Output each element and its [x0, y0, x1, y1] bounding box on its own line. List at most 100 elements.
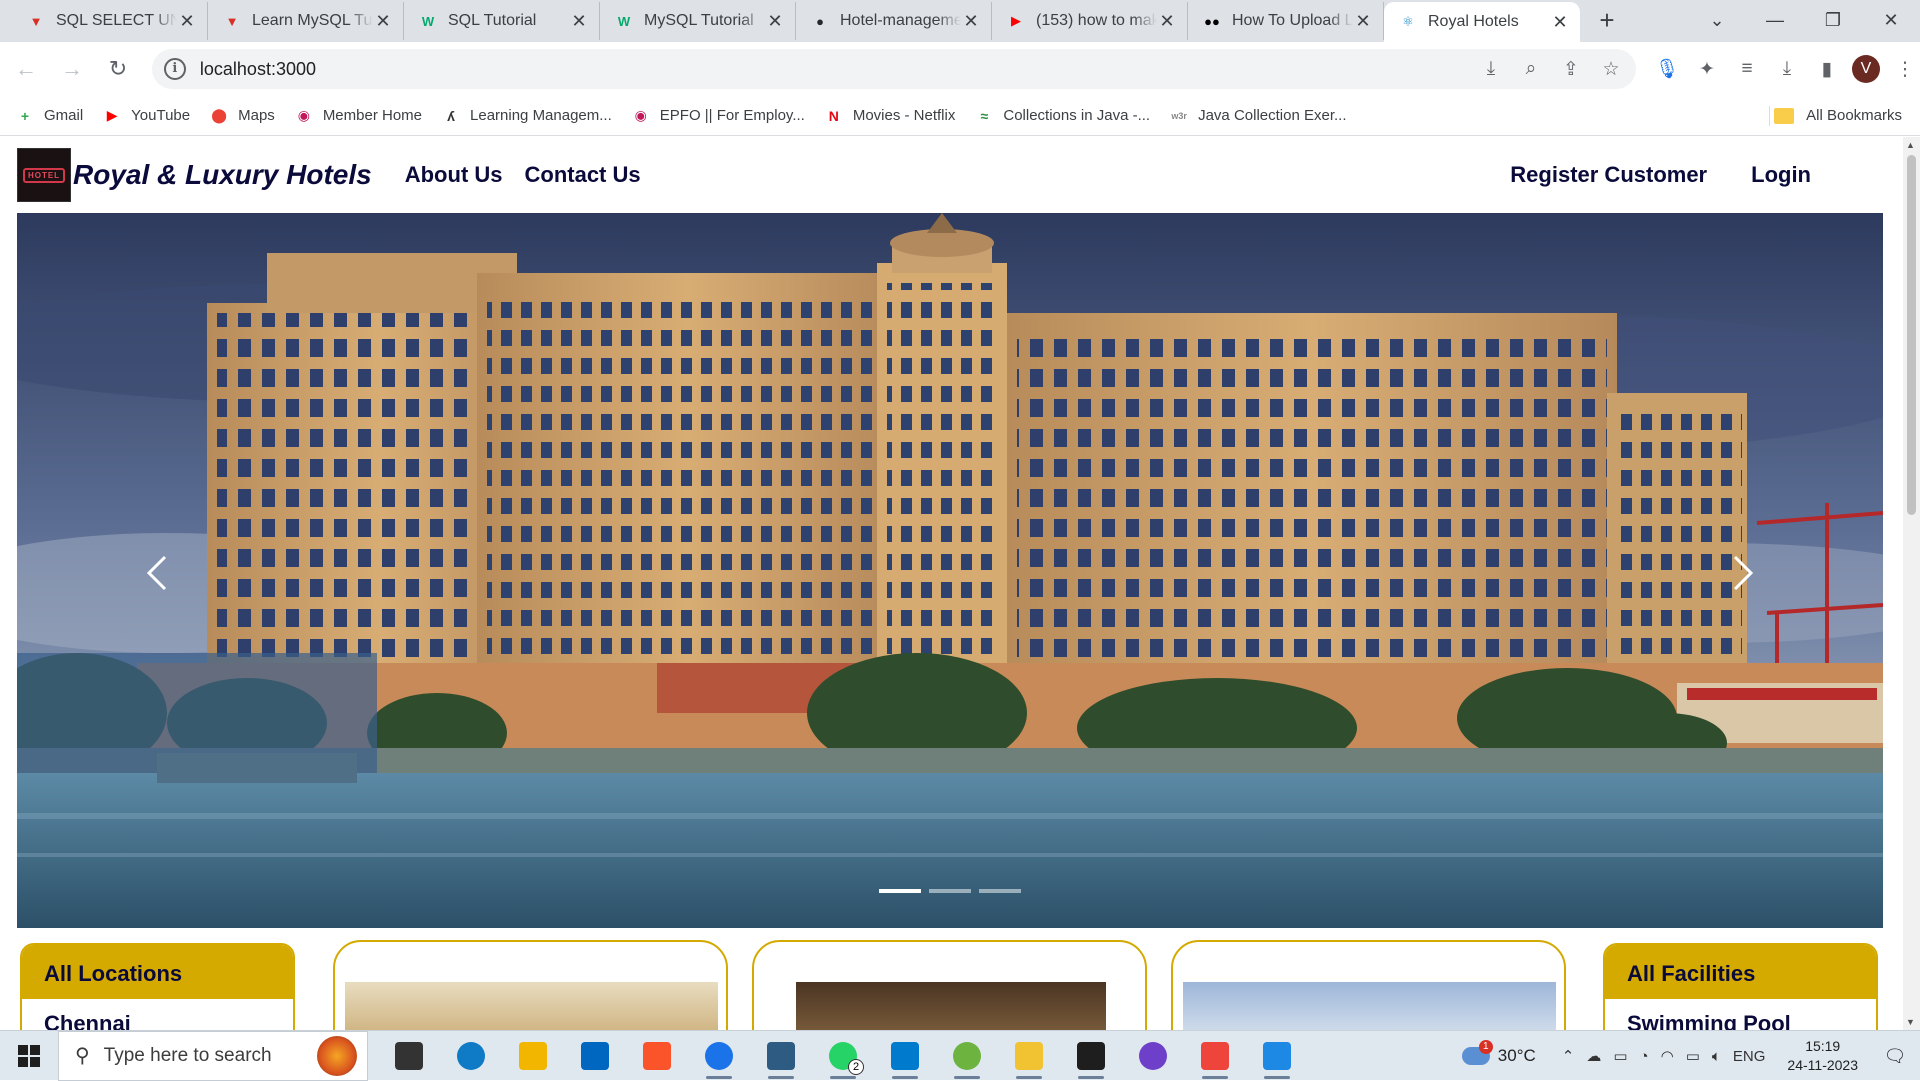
forward-button[interactable]: →	[52, 49, 92, 89]
taskbar-app-whatsapp[interactable]: 2	[812, 1031, 874, 1081]
extensions-icon[interactable]: ✦	[1692, 54, 1722, 84]
nav-contact-us[interactable]: Contact Us	[525, 162, 641, 188]
scroll-down-arrow-icon[interactable]: ▼	[1906, 1017, 1915, 1027]
bookmark-item[interactable]: ʎ Learning Managem...	[442, 107, 612, 125]
carousel-indicator-1[interactable]	[879, 889, 921, 893]
close-tab-icon[interactable]: ✕	[1550, 12, 1570, 32]
hotel-card[interactable]	[752, 940, 1147, 1030]
network-icon[interactable]: ◔	[1640, 1048, 1649, 1065]
clock[interactable]: 15:19 24-11-2023	[1787, 1037, 1858, 1075]
close-tab-icon[interactable]: ✕	[1353, 11, 1373, 31]
taskbar-app-file-explorer[interactable]	[502, 1031, 564, 1081]
scrollbar-thumb[interactable]	[1907, 155, 1916, 515]
taskbar-app-edge[interactable]	[440, 1031, 502, 1081]
taskbar-app-github-desktop[interactable]	[1122, 1031, 1184, 1081]
bookmark-item[interactable]: ⬤ Maps	[210, 107, 275, 125]
browser-tab[interactable]: ▼ SQL SELECT UNION✕	[12, 2, 208, 40]
wifi-icon[interactable]: ◠	[1661, 1047, 1674, 1065]
facility-item[interactable]: Swimming Pool	[1605, 999, 1876, 1030]
carousel-next-button[interactable]	[1723, 543, 1763, 603]
side-panel-icon[interactable]: ▮	[1812, 54, 1842, 84]
start-button[interactable]	[0, 1031, 58, 1081]
bookmark-item[interactable]: ▶ YouTube	[103, 107, 190, 125]
browser-tab[interactable]: W MySQL Tutorial ✕	[600, 2, 796, 40]
taskbar-app-chrome[interactable]	[688, 1031, 750, 1081]
onedrive-icon[interactable]: ☁	[1586, 1047, 1601, 1065]
restore-button[interactable]: ❐	[1804, 0, 1862, 40]
bookmark-item[interactable]: w3r Java Collection Exer...	[1170, 107, 1346, 125]
language-indicator[interactable]: ENG	[1733, 1048, 1766, 1065]
menu-kebab-icon[interactable]: ⋮	[1890, 54, 1920, 84]
install-app-icon[interactable]: ⤓	[1478, 56, 1504, 82]
site-info-icon[interactable]: i	[163, 58, 186, 80]
close-tab-icon[interactable]: ✕	[961, 11, 981, 31]
taskbar-app-mysql-workbench[interactable]	[750, 1031, 812, 1081]
location-item[interactable]: Chennai	[22, 999, 293, 1030]
close-tab-icon[interactable]: ✕	[177, 11, 197, 31]
weather-widget[interactable]: 1 30°C	[1461, 1040, 1536, 1066]
battery-icon[interactable]: ▭	[1686, 1047, 1700, 1065]
profile-avatar[interactable]: V	[1851, 55, 1880, 83]
taskbar-app-spring-tool[interactable]	[936, 1031, 998, 1081]
bookmark-star-icon[interactable]: ☆	[1598, 56, 1624, 82]
browser-tab[interactable]: ▼ Learn MySQL Tutorial✕	[208, 2, 404, 40]
close-tab-icon[interactable]: ✕	[765, 11, 785, 31]
carousel-prev-button[interactable]	[137, 543, 177, 603]
bookmark-item[interactable]: + Gmail	[16, 107, 83, 125]
close-window-button[interactable]: ✕	[1862, 0, 1920, 40]
taskbar-app-gitkraken[interactable]	[998, 1031, 1060, 1081]
taskbar-app-photos[interactable]	[1246, 1031, 1308, 1081]
bookmark-label: YouTube	[131, 107, 191, 124]
hotel-card[interactable]	[333, 940, 728, 1030]
downloads-icon[interactable]: ⤓	[1772, 54, 1802, 84]
new-tab-button[interactable]: +	[1588, 2, 1626, 40]
taskbar-app-brave[interactable]	[626, 1031, 688, 1081]
zoom-icon[interactable]: ⌕	[1518, 56, 1544, 82]
notification-center-icon[interactable]: 🗨︎	[1880, 1041, 1910, 1071]
show-hidden-icons-icon[interactable]: ⌃	[1562, 1047, 1575, 1065]
all-bookmarks-button[interactable]: All Bookmarks	[1774, 107, 1902, 124]
bookmark-item[interactable]: ≈ Collections in Java -...	[975, 107, 1151, 125]
carousel-indicator-3[interactable]	[979, 889, 1021, 893]
close-tab-icon[interactable]: ✕	[373, 11, 393, 31]
voice-search-icon[interactable]: 🎙︎	[1652, 54, 1682, 84]
bookmark-label: Gmail	[44, 107, 84, 124]
hotel-logo[interactable]: HOTEL	[17, 148, 71, 202]
nav-register-customer[interactable]: Register Customer	[1510, 162, 1707, 188]
nav-about-us[interactable]: About Us	[405, 162, 503, 188]
share-icon[interactable]: ⇪	[1558, 56, 1584, 82]
minimize-button[interactable]: —	[1746, 0, 1804, 40]
volume-icon[interactable]: 🔈︎	[1712, 1048, 1721, 1065]
bookmark-item[interactable]: N Movies - Netflix	[825, 107, 956, 125]
brand-title[interactable]: Royal & Luxury Hotels	[73, 159, 372, 191]
task-view-icon	[395, 1041, 423, 1070]
taskbar-app-vscode[interactable]	[874, 1031, 936, 1081]
taskbar-app-task-view[interactable]	[378, 1031, 440, 1081]
carousel-indicator-2[interactable]	[929, 889, 971, 893]
taskbar-search[interactable]: ⚲ Type here to search	[58, 1030, 368, 1081]
close-tab-icon[interactable]: ✕	[569, 11, 589, 31]
browser-tab[interactable]: ▶ (153) how to make ✕	[992, 2, 1188, 40]
tab-search-icon[interactable]: ⌄	[1688, 0, 1746, 40]
address-bar[interactable]: i localhost:3000 ⤓ ⌕ ⇪ ☆	[151, 49, 1636, 89]
browser-tab[interactable]: ●● How To Upload L ✕	[1188, 2, 1384, 40]
hotel-card[interactable]	[1171, 940, 1566, 1030]
bookmark-item[interactable]: ◉ Member Home	[295, 107, 422, 125]
url-text[interactable]: localhost:3000	[200, 59, 1478, 80]
reload-button[interactable]: ↻	[98, 49, 138, 89]
back-button[interactable]: ←	[6, 49, 46, 89]
page-scrollbar[interactable]: ▲ ▼	[1903, 137, 1920, 1030]
taskbar-app-store[interactable]	[564, 1031, 626, 1081]
nav-login[interactable]: Login	[1751, 162, 1811, 188]
scroll-up-arrow-icon[interactable]: ▲	[1906, 140, 1915, 150]
reading-list-icon[interactable]: ≡	[1732, 54, 1762, 84]
browser-tab[interactable]: ● Hotel-management✕	[796, 2, 992, 40]
browser-tab[interactable]: W SQL Tutorial ✕	[404, 2, 600, 40]
taskbar-app-anydesk[interactable]	[1184, 1031, 1246, 1081]
taskbar-app-terminal[interactable]	[1060, 1031, 1122, 1081]
device-icon[interactable]: ▭	[1613, 1047, 1627, 1065]
close-tab-icon[interactable]: ✕	[1157, 11, 1177, 31]
tab-active[interactable]: ⚛ Royal Hotels ✕	[1384, 2, 1580, 42]
spring-tool-icon	[953, 1041, 981, 1070]
bookmark-item[interactable]: ◉ EPFO || For Employ...	[632, 107, 805, 125]
